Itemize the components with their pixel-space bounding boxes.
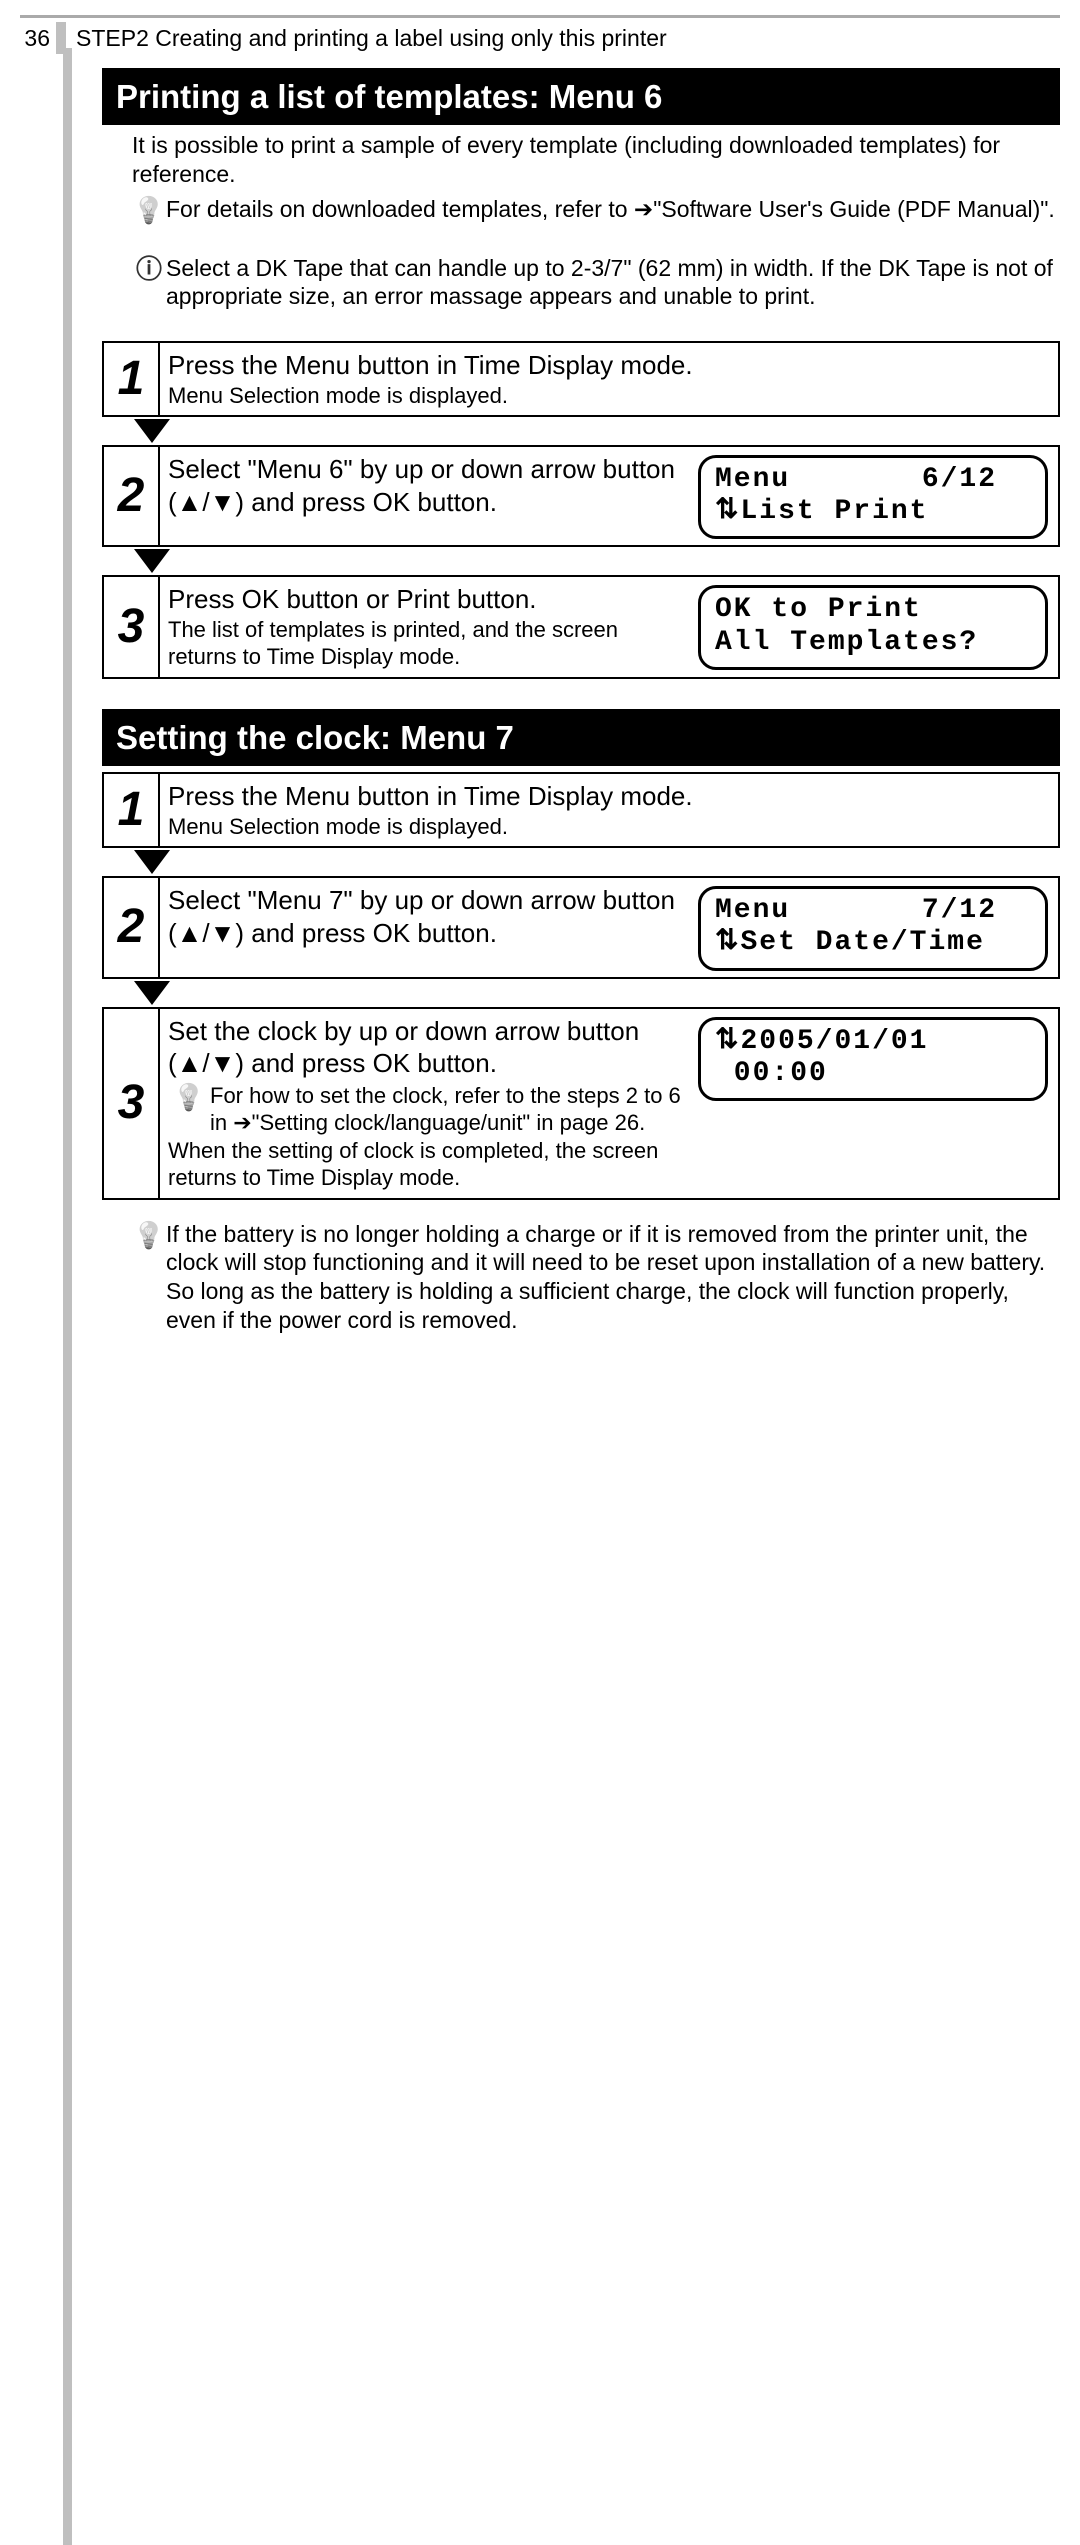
section-title-menu6: Printing a list of templates: Menu 6 bbox=[102, 68, 1060, 125]
tip-text: For details on downloaded templates, ref… bbox=[166, 195, 1060, 224]
step-instruction: Select "Menu 6" by up or down arrow butt… bbox=[168, 453, 686, 518]
step-number: 2 bbox=[104, 447, 160, 545]
step-sub: Menu Selection mode is displayed. bbox=[168, 382, 1048, 410]
step-instruction: Press the Menu button in Time Display mo… bbox=[168, 349, 1048, 382]
section-a-step-1: 1 Press the Menu button in Time Display … bbox=[102, 341, 1060, 417]
lcd-display: Menu 6/12 ⇅List Print bbox=[698, 455, 1048, 539]
step-instruction: Select "Menu 7" by up or down arrow butt… bbox=[168, 884, 686, 949]
step-arrow-icon bbox=[134, 850, 170, 874]
lcd-display: OK to Print All Templates? bbox=[698, 585, 1048, 669]
step-after: When the setting of clock is completed, … bbox=[168, 1137, 686, 1192]
section-b-step-2: 2 Select "Menu 7" by up or down arrow bu… bbox=[102, 876, 1060, 978]
lcd-display: Menu 7/12 ⇅Set Date/Time bbox=[698, 886, 1048, 970]
bulb-icon bbox=[168, 1082, 210, 1110]
info-icon bbox=[132, 254, 166, 282]
step-number: 1 bbox=[104, 774, 160, 846]
step-instruction: Press OK button or Print button. bbox=[168, 583, 686, 616]
section-a-step-3: 3 Press OK button or Print button. The l… bbox=[102, 575, 1060, 679]
header-breadcrumb: STEP2 Creating and printing a label usin… bbox=[76, 24, 667, 53]
page-header: 36 STEP2 Creating and printing a label u… bbox=[20, 22, 1060, 54]
step-number: 3 bbox=[104, 1009, 160, 1198]
step-number: 1 bbox=[104, 343, 160, 415]
step-sub: Menu Selection mode is displayed. bbox=[168, 813, 1048, 841]
section-b-step-1: 1 Press the Menu button in Time Display … bbox=[102, 772, 1060, 848]
step-tip: For how to set the clock, refer to the s… bbox=[210, 1082, 686, 1137]
bulb-icon bbox=[132, 1220, 166, 1248]
step-arrow-icon bbox=[134, 981, 170, 1005]
tip-downloaded-templates: For details on downloaded templates, ref… bbox=[132, 195, 1060, 224]
step-instruction: Set the clock by up or down arrow button… bbox=[168, 1015, 686, 1080]
step-instruction: Press the Menu button in Time Display mo… bbox=[168, 780, 1048, 813]
lcd-display: ⇅2005/01/01 00:00 bbox=[698, 1017, 1048, 1101]
section-a-step-2: 2 Select "Menu 6" by up or down arrow bu… bbox=[102, 445, 1060, 547]
battery-clock-tip: If the battery is no longer holding a ch… bbox=[132, 1220, 1060, 1335]
section-title-menu7: Setting the clock: Menu 7 bbox=[102, 709, 1060, 766]
section-a-intro: It is possible to print a sample of ever… bbox=[132, 131, 1060, 189]
bulb-icon bbox=[132, 195, 166, 223]
left-gutter-bar bbox=[20, 68, 72, 1345]
caution-text: Select a DK Tape that can handle up to 2… bbox=[166, 254, 1060, 312]
battery-tip-text: If the battery is no longer holding a ch… bbox=[166, 1220, 1060, 1335]
page-top-rule bbox=[20, 15, 1060, 18]
step-arrow-icon bbox=[134, 419, 170, 443]
step-number: 2 bbox=[104, 878, 160, 976]
step-number: 3 bbox=[104, 577, 160, 677]
section-b-step-3: 3 Set the clock by up or down arrow butt… bbox=[102, 1007, 1060, 1200]
step-arrow-icon bbox=[134, 549, 170, 573]
step-sub: The list of templates is printed, and th… bbox=[168, 616, 686, 671]
page-number: 36 bbox=[20, 24, 56, 53]
caution-tape-size: Select a DK Tape that can handle up to 2… bbox=[132, 254, 1060, 312]
